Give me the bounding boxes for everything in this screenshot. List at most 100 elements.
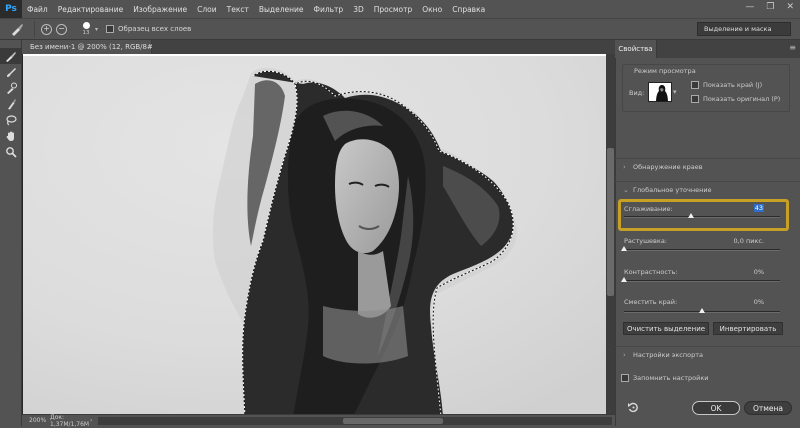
refine-brush-tool-icon[interactable]: [6, 20, 28, 38]
checkbox-icon[interactable]: [691, 81, 699, 89]
menu-image[interactable]: Изображение: [128, 5, 192, 14]
remember-settings-label: Запомнить настройки: [633, 374, 709, 382]
sample-all-layers-label: Образец всех слоев: [118, 25, 192, 33]
document-title: Без имени-1 @ 200% (12, RGB/8#) *: [30, 43, 162, 51]
view-mode-thumbnail[interactable]: [648, 82, 672, 102]
brush-alt-icon[interactable]: [0, 96, 22, 112]
view-label: Вид:: [629, 89, 645, 97]
feather-track[interactable]: [624, 249, 780, 251]
global-refinements-label: Глобальное уточнение: [633, 186, 712, 194]
canvas-area[interactable]: [22, 54, 615, 414]
show-original-label: Показать оригинал (P): [703, 95, 781, 103]
horizontal-scrollbar[interactable]: [98, 416, 612, 425]
brush-icon[interactable]: [0, 64, 22, 80]
shift-edge-label: Сместить край:: [624, 298, 678, 306]
checkbox-icon[interactable]: [106, 25, 115, 33]
tab-strip: [152, 40, 615, 54]
panel-tab-row: Свойства ≡: [615, 40, 800, 58]
brush-size-picker[interactable]: 13: [77, 20, 95, 38]
vertical-scrollbar[interactable]: [606, 54, 615, 414]
hand-icon[interactable]: [0, 128, 22, 144]
menu-select[interactable]: Выделение: [254, 5, 309, 14]
checkbox-icon[interactable]: [621, 374, 629, 382]
document-tab[interactable]: Без имени-1 @ 200% (12, RGB/8#) * ×: [22, 40, 173, 54]
smooth-track[interactable]: [624, 216, 780, 218]
checkbox-icon[interactable]: [691, 95, 699, 103]
document-info: Док: 1,37M/1,76M: [50, 413, 90, 428]
workspace-label: Выделение и маска: [704, 25, 772, 33]
document-canvas[interactable]: [23, 54, 606, 414]
zoom-level[interactable]: 200%: [22, 417, 50, 424]
edge-detection-label: Обнаружение краев: [633, 163, 703, 171]
horizontal-scroll-thumb[interactable]: [343, 417, 443, 424]
menu-bar: Ps Файл Редактирование Изображение Слои …: [0, 0, 800, 18]
cancel-button[interactable]: Отмена: [744, 401, 792, 415]
smooth-value[interactable]: 43: [748, 204, 764, 212]
invert-button[interactable]: Инвертировать: [713, 322, 783, 335]
minimize-icon[interactable]: —: [745, 2, 754, 12]
tools-panel: [0, 40, 22, 426]
menu-help[interactable]: Справка: [447, 5, 490, 14]
contrast-value[interactable]: 0%: [740, 268, 764, 276]
chevron-right-icon: ›: [623, 351, 626, 359]
show-edge-checkbox[interactable]: Показать край (J): [691, 81, 762, 89]
subtract-from-selection-icon[interactable]: −: [56, 23, 67, 35]
panel-menu-icon[interactable]: ≡: [789, 43, 796, 52]
refine-edge-brush-icon[interactable]: [0, 48, 22, 64]
shift-edge-slider-thumb[interactable]: [699, 308, 705, 313]
add-to-selection-icon[interactable]: +: [41, 23, 52, 35]
smooth-slider-thumb[interactable]: [688, 213, 695, 218]
feather-value[interactable]: 0,0 пикс.: [720, 237, 764, 245]
feather-label: Растушевка:: [624, 237, 667, 245]
smooth-label: Сглаживание:: [624, 205, 673, 213]
menu-layers[interactable]: Слои: [192, 5, 222, 14]
shift-edge-value[interactable]: 0%: [740, 298, 764, 306]
quick-selection-icon[interactable]: [0, 80, 22, 96]
chevron-down-icon[interactable]: ▾: [95, 26, 98, 33]
smooth-value-text[interactable]: 43: [753, 204, 764, 212]
remember-settings-checkbox[interactable]: Запомнить настройки: [621, 374, 709, 382]
show-original-checkbox[interactable]: Показать оригинал (P): [691, 95, 780, 103]
menu-filter[interactable]: Фильтр: [309, 5, 349, 14]
view-dropdown-chevron-icon[interactable]: ▾: [673, 88, 677, 96]
menu-file[interactable]: Файл: [22, 5, 53, 14]
menu-3d[interactable]: 3D: [348, 5, 369, 14]
close-icon[interactable]: ✕: [786, 2, 794, 12]
feather-slider-thumb[interactable]: [621, 246, 627, 251]
menu-type[interactable]: Текст: [222, 5, 254, 14]
status-menu-arrow-icon[interactable]: ›: [90, 417, 98, 424]
clear-selection-button[interactable]: Очистить выделение: [623, 322, 709, 335]
contrast-track[interactable]: [624, 280, 780, 282]
portrait-image: [23, 56, 606, 414]
menu-window[interactable]: Окно: [417, 5, 447, 14]
ok-button[interactable]: OK: [692, 401, 740, 415]
options-bar: + − 13 ▾ Образец всех слоев Выделение и …: [0, 18, 800, 40]
show-edge-label: Показать край (J): [703, 81, 763, 89]
photoshop-logo-icon[interactable]: Ps: [0, 0, 22, 18]
section-edge-detection[interactable]: › Обнаружение краев: [615, 158, 800, 175]
section-global-refinements[interactable]: ⌄ Глобальное уточнение: [615, 181, 800, 198]
chevron-down-icon: ⌄: [623, 186, 629, 194]
lasso-icon[interactable]: [0, 112, 22, 128]
vertical-scroll-thumb[interactable]: [607, 148, 614, 296]
sample-all-layers-checkbox[interactable]: Образец всех слоев: [106, 25, 191, 33]
contrast-label: Контрастность:: [624, 268, 678, 276]
workspace-select[interactable]: Выделение и маска: [697, 22, 791, 36]
output-settings-label: Настройки экспорта: [633, 351, 703, 359]
view-mode-title: Режим просмотра: [632, 67, 698, 75]
status-bar: 200% Док: 1,37M/1,76M ›: [22, 413, 615, 428]
tab-properties[interactable]: Свойства: [615, 40, 657, 58]
brush-size-value: 13: [82, 30, 90, 36]
restore-icon[interactable]: ❐: [766, 2, 774, 12]
brush-preview-icon: [82, 22, 90, 29]
menu-view[interactable]: Просмотр: [369, 5, 418, 14]
divider: [34, 21, 35, 37]
window-controls: — ❐ ✕: [745, 2, 794, 12]
section-output-settings[interactable]: › Настройки экспорта: [615, 346, 800, 363]
reset-workspace-icon[interactable]: [627, 401, 639, 413]
chevron-right-icon: ›: [623, 163, 626, 171]
menu-edit[interactable]: Редактирование: [53, 5, 128, 14]
toolbar-grip: [0, 40, 22, 48]
contrast-slider-thumb[interactable]: [621, 277, 627, 282]
zoom-icon[interactable]: [0, 144, 22, 160]
